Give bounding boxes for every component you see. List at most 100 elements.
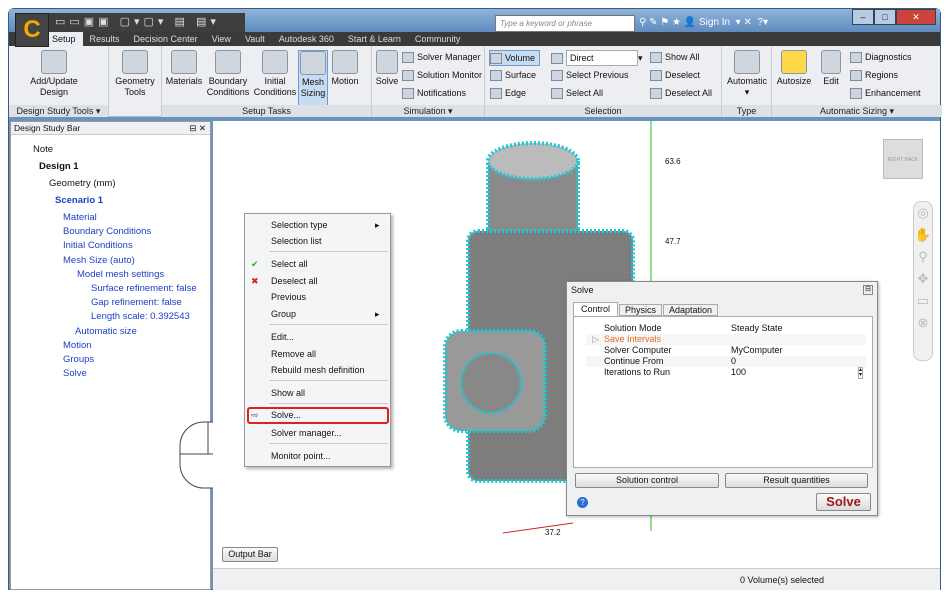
tree-item-solve[interactable]: Solve (63, 368, 87, 379)
tab-community[interactable]: Community (408, 32, 468, 46)
search-input[interactable]: Type a keyword or phrase (495, 15, 635, 32)
materials-button[interactable]: Materials (164, 50, 204, 87)
tree-item-automatic-size[interactable]: Automatic size (75, 326, 137, 337)
tab-start-learn[interactable]: Start & Learn (341, 32, 408, 46)
solution-control-button[interactable]: Solution control (575, 473, 719, 488)
panel-close-icon[interactable]: ⊟ ✕ (189, 122, 206, 134)
deselect-x-icon: ✖ (251, 276, 259, 286)
tab-decision-center[interactable]: Decision Center (127, 32, 205, 46)
motion-icon (332, 50, 358, 74)
boundary-conditions-button[interactable]: Boundary Conditions (204, 50, 252, 98)
tree-item-mesh-size[interactable]: Mesh Size (auto) (63, 255, 135, 266)
menu-item-remove-all[interactable]: Remove all (271, 349, 316, 359)
surface-button[interactable]: Surface (490, 68, 536, 82)
menu-item-solver-manager[interactable]: Solver manager... (271, 428, 342, 438)
tree-item-model-mesh-settings[interactable]: Model mesh settings (77, 269, 164, 280)
diagnostics-button[interactable]: Diagnostics (850, 50, 912, 64)
help-icon[interactable]: ? (577, 497, 588, 508)
group-label[interactable]: Simulation ▾ (372, 105, 484, 117)
motion-button[interactable]: Motion (328, 50, 362, 87)
menu-item-selection-list[interactable]: Selection list (271, 236, 322, 246)
solve-button[interactable]: Solve (816, 493, 871, 511)
tab-vault[interactable]: Vault (238, 32, 272, 46)
app-menu-button[interactable]: C (15, 13, 49, 47)
help-icon[interactable]: ? (757, 17, 763, 28)
tree-item-groups[interactable]: Groups (63, 354, 94, 365)
group-label[interactable]: Automatic Sizing ▾ (772, 105, 942, 117)
automatic-type-button[interactable]: Automatic ▾ (724, 50, 770, 98)
tree-item-boundary-conditions[interactable]: Boundary Conditions (63, 226, 151, 237)
property-row[interactable]: ▷ Save Intervals (586, 334, 866, 345)
menu-item-group[interactable]: Group ▸ (271, 309, 380, 319)
enhancement-button[interactable]: Enhancement (850, 86, 921, 100)
property-row[interactable]: Iterations to Run 100 ▴ ▾ (586, 367, 866, 379)
show-all-icon (650, 52, 662, 64)
tree-item-initial-conditions[interactable]: Initial Conditions (63, 240, 133, 251)
help-tools[interactable]: ⚲ ✎ ⚑ ★ 👤 Sign In ▾ ✕ ?▾ (639, 15, 768, 31)
tree-item-motion[interactable]: Motion (63, 340, 92, 351)
tab-results[interactable]: Results (83, 32, 127, 46)
menu-item-solve[interactable]: Solve... (247, 407, 389, 424)
autosize-button[interactable]: Autosize (774, 50, 814, 87)
minimize-button[interactable]: – (852, 9, 874, 25)
group-label[interactable]: Design Study Tools ▾ (9, 105, 108, 117)
mesh-icon (300, 51, 326, 75)
property-row[interactable]: Continue From 0 (586, 356, 866, 367)
edge-button[interactable]: Edge (490, 86, 526, 100)
menu-item-monitor-point[interactable]: Monitor point... (271, 451, 331, 461)
tree-item-length-scale[interactable]: Length scale: 0.392543 (91, 311, 190, 322)
dialog-dock-icon[interactable]: ⊟ (863, 285, 873, 295)
tab-physics[interactable]: Physics (619, 304, 662, 316)
menu-item-edit[interactable]: Edit... (271, 332, 294, 342)
ribbon: Add/Update Design Design Study Tools ▾ Ge… (9, 46, 942, 117)
sign-in-link[interactable]: Sign In (699, 17, 730, 28)
menu-item-show-all[interactable]: Show all (271, 388, 305, 398)
viewcube[interactable]: RIGHT BACK (883, 139, 923, 179)
regions-button[interactable]: Regions (850, 68, 898, 82)
property-row[interactable]: Solver Computer MyComputer (586, 345, 866, 356)
solution-monitor-button[interactable]: Solution Monitor (402, 68, 482, 82)
tree-item-note[interactable]: Note (33, 144, 53, 155)
quick-access-toolbar[interactable]: ▭▭▣▣ ▢▾▢▾ ▤ ▤▾ (49, 13, 245, 33)
tree-item-design[interactable]: Design 1 (39, 161, 79, 172)
deselect-button[interactable]: Deselect (650, 68, 700, 82)
edit-button[interactable]: Edit (818, 50, 844, 87)
menu-item-selection-type[interactable]: Selection type ▸ (271, 220, 380, 230)
result-quantities-button[interactable]: Result quantities (725, 473, 868, 488)
menu-item-previous[interactable]: Previous (271, 292, 306, 302)
tree-item-scenario[interactable]: Scenario 1 (55, 195, 103, 206)
select-all-button[interactable]: Select All (551, 86, 603, 100)
volume-button[interactable]: Volume (489, 50, 541, 66)
maximize-button[interactable]: □ (874, 9, 896, 25)
output-bar-button[interactable]: Output Bar (222, 547, 278, 562)
navigation-bar[interactable]: ◎ ✋ ⚲ ✥ ▭ ⊗ (913, 201, 933, 361)
show-all-button[interactable]: Show All (650, 50, 700, 64)
panel-title: Design Study Bar ⊟ ✕ (11, 122, 210, 135)
tree-item-material[interactable]: Material (63, 212, 97, 223)
solver-manager-button[interactable]: Solver Manager (402, 50, 481, 64)
tree-item-geometry[interactable]: Geometry (mm) (49, 178, 116, 189)
add-update-design-button[interactable]: Add/Update Design (27, 50, 81, 98)
tab-setup[interactable]: Setup (45, 32, 83, 46)
tab-adaptation[interactable]: Adaptation (663, 304, 718, 316)
menu-item-rebuild-mesh[interactable]: Rebuild mesh definition (271, 365, 365, 375)
spinner-icon[interactable]: ▴ ▾ (858, 367, 864, 379)
menu-item-select-all[interactable]: Select all (271, 259, 308, 269)
notifications-button[interactable]: Notifications (402, 86, 466, 100)
menu-item-deselect-all[interactable]: Deselect all (271, 276, 318, 286)
tab-view[interactable]: View (205, 32, 238, 46)
close-button[interactable]: ✕ (896, 9, 936, 25)
mesh-sizing-button[interactable]: Mesh Sizing (298, 50, 328, 107)
tab-autodesk-360[interactable]: Autodesk 360 (272, 32, 341, 46)
tab-control[interactable]: Control (573, 302, 618, 316)
geometry-tools-button[interactable]: Geometry Tools (111, 50, 159, 98)
tree-item-surface-refinement[interactable]: Surface refinement: false (91, 283, 197, 294)
tree-item-gap-refinement[interactable]: Gap refinement: false (91, 297, 182, 308)
select-previous-button[interactable]: Select Previous (551, 68, 629, 82)
solve-ribbon-button[interactable]: Solve (374, 50, 400, 87)
group-type: Automatic ▾ Type (722, 46, 772, 117)
initial-conditions-button[interactable]: Initial Conditions (252, 50, 298, 98)
deselect-all-button[interactable]: Deselect All (650, 86, 712, 100)
property-row[interactable]: Solution Mode Steady State (586, 323, 866, 334)
selection-mode-dropdown[interactable]: Direct ▾ (551, 50, 643, 66)
